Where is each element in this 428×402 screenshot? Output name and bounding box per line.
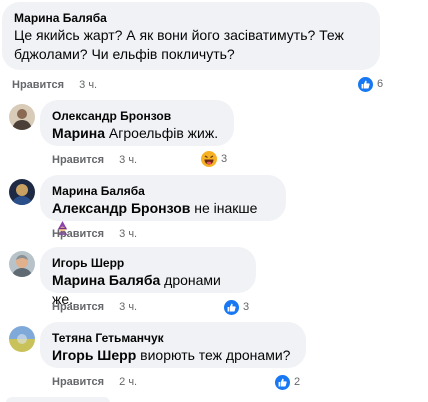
comment-author[interactable]: Тетяна Гетьманчук <box>52 330 294 346</box>
comment-author[interactable]: Марина Баляба <box>52 183 274 199</box>
comment-body: не інакше <box>194 200 258 216</box>
comment-author[interactable]: Игорь Шерр <box>52 255 244 271</box>
reaction-summary[interactable]: 2 <box>275 373 300 391</box>
comment-meta: Нравится 3 ч. <box>52 153 137 167</box>
next-comment-bubble <box>6 397 110 402</box>
comment-author[interactable]: Олександр Бронзов <box>52 108 222 124</box>
comment-time[interactable]: 2 ч. <box>119 376 137 388</box>
avatar[interactable] <box>9 326 35 352</box>
comment-meta: Нравится 3 ч. <box>52 227 137 241</box>
like-link[interactable]: Нравится <box>12 79 64 91</box>
reaction-summary[interactable]: 6 <box>358 75 383 93</box>
comment-bubble: Игорь Шерр Марина Баляба дронами же. <box>40 247 256 307</box>
avatar[interactable] <box>9 251 35 277</box>
avatar[interactable] <box>9 179 35 205</box>
mention-link[interactable]: Александр Бронзов <box>52 200 190 216</box>
reaction-count: 3 <box>221 153 228 165</box>
reaction-summary[interactable]: 3 <box>201 150 227 168</box>
comment-body: виорють теж дронами? <box>140 347 291 363</box>
comment-text: Игорь Шерр виорють теж дронами? <box>52 346 294 365</box>
like-link[interactable]: Нравится <box>52 376 104 388</box>
haha-icon <box>201 151 217 167</box>
comment-meta: Нравится 2 ч. <box>52 375 137 389</box>
comment-time[interactable]: 3 ч. <box>119 228 137 240</box>
comment-bubble: Марина Баляба Це якийсь жарт? А як вони … <box>2 2 380 70</box>
comment-body: Агроельфів жиж. <box>108 125 219 141</box>
avatar[interactable] <box>9 104 35 130</box>
comment-meta: Нравится 3 ч. <box>12 78 97 92</box>
comment-author[interactable]: Марина Баляба <box>14 10 368 26</box>
comment-bubble: Тетяна Гетьманчук Игорь Шерр виорють теж… <box>40 322 306 368</box>
comment-bubble: Олександр Бронзов Марина Агроельфів жиж. <box>40 100 234 146</box>
comment-bubble: Марина Баляба Александр Бронзов не інакш… <box>40 175 286 235</box>
like-link[interactable]: Нравится <box>52 154 104 166</box>
mention-link[interactable]: Марина <box>52 125 105 141</box>
like-link[interactable]: Нравится <box>52 228 104 240</box>
like-icon <box>224 299 239 315</box>
reaction-summary[interactable]: 3 <box>224 298 249 316</box>
like-icon <box>275 374 290 390</box>
reaction-count: 6 <box>377 78 384 90</box>
mention-link[interactable]: Марина Баляба <box>52 272 160 288</box>
mention-link[interactable]: Игорь Шерр <box>52 347 136 363</box>
comment-time[interactable]: 3 ч. <box>79 79 97 91</box>
reaction-count: 3 <box>243 301 250 313</box>
comment-time[interactable]: 3 ч. <box>119 154 137 166</box>
like-icon <box>358 76 373 92</box>
reaction-count: 2 <box>294 376 301 388</box>
like-link[interactable]: Нравится <box>52 301 104 313</box>
comment-meta: Нравится 3 ч. <box>52 300 137 314</box>
comment-text: Марина Агроельфів жиж. <box>52 124 222 143</box>
comment-text: Це якийсь жарт? А як вони його засіватим… <box>14 27 344 62</box>
comment-time[interactable]: 3 ч. <box>119 301 137 313</box>
